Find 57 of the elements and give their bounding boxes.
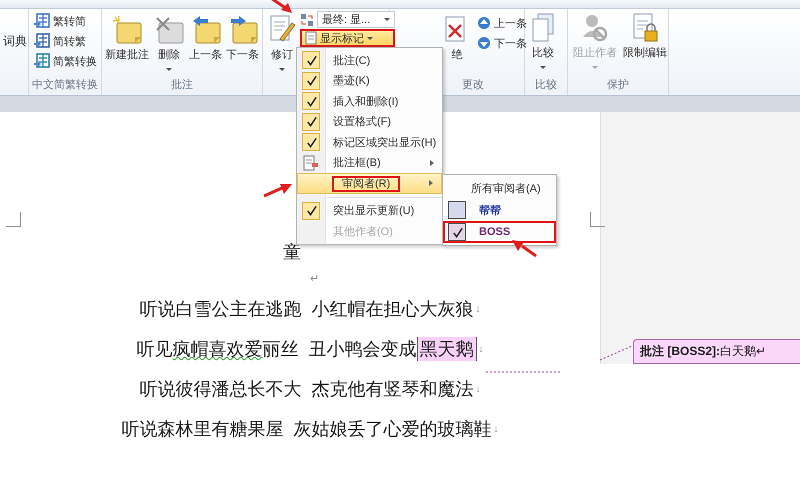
comment-button[interactable]: 删除 <box>151 13 187 73</box>
comment-button[interactable]: 新建批注 <box>103 13 151 64</box>
poem-text: 听说彼得潘总长不大 杰克他有竖琴和魔法 <box>139 378 474 401</box>
poem-text: 听说白雪公主在逃跑 小红帽在担心大灰狼 <box>139 298 474 321</box>
group-label: 更改 <box>461 78 485 93</box>
group-label: 批注 <box>170 78 194 93</box>
previous-change-button[interactable]: 上一条 <box>475 13 529 33</box>
reviewer-item[interactable]: BOSS <box>443 221 556 243</box>
comment-button[interactable]: 下一条 <box>224 13 261 64</box>
document-lock-icon <box>631 13 659 43</box>
pointer-arrow <box>512 240 537 258</box>
pointer-arrow <box>263 184 292 198</box>
conversion-icon <box>34 33 50 49</box>
show-markup-button[interactable]: 显示标记 <box>300 29 395 47</box>
display-for-review-dropdown[interactable]: 最终: 显... <box>317 11 395 28</box>
new-note-icon <box>111 15 143 45</box>
menu-item[interactable]: 突出显示更新(U) <box>297 200 442 221</box>
grammar-flagged-text: 疯帽喜欢爱 <box>172 338 262 361</box>
document-title: 童 <box>283 241 301 264</box>
comment-button[interactable]: 上一条 <box>187 13 224 64</box>
conversion-button[interactable]: 简繁转换 <box>32 51 99 71</box>
next-change-button[interactable]: 下一条 <box>475 33 529 53</box>
menu-item[interactable]: 插入和删除(I) <box>297 91 442 112</box>
comment-balloon[interactable]: 批注 [BOSS2]:白天鹅↵ <box>633 339 800 364</box>
swap-icon <box>300 12 314 26</box>
poem-text: 丽丝 丑小鸭会变成 <box>262 338 416 361</box>
menu-item[interactable]: 批注(C) <box>297 50 442 70</box>
group-label: 比较 <box>534 78 558 93</box>
poem-text: 听见 <box>136 338 172 361</box>
line-break-mark: ↓ <box>476 384 480 394</box>
conversion-button[interactable]: 简转繁 <box>32 31 88 51</box>
reject-button[interactable]: 绝 <box>441 13 473 64</box>
line-break-mark: ↓ <box>476 304 480 314</box>
compare-button[interactable]: 比较 <box>528 11 558 71</box>
submenu-item[interactable]: 批注框(B) <box>297 152 442 173</box>
poem-text: 听说森林里有糖果屋 灰姑娘丢了心爱的玻璃鞋 <box>121 418 492 441</box>
conversion-icon <box>34 13 50 29</box>
submenu-item[interactable]: 审阅者(R) <box>297 173 442 194</box>
line-break-mark: ↓ <box>494 424 498 434</box>
menu-item[interactable]: 墨迹(K) <box>297 70 442 91</box>
documents-icon <box>530 13 556 43</box>
group-label: 中文简繁转换 <box>31 78 99 93</box>
menu-item[interactable]: 所有审阅者(A) <box>443 177 556 199</box>
menu-item[interactable]: 设置格式(F) <box>297 112 442 132</box>
menu-item[interactable]: 标记区域突出显示(H) <box>297 132 442 152</box>
protect-button[interactable]: 限制编辑 <box>621 11 669 62</box>
reviewer-item[interactable]: 帮帮 <box>443 199 556 221</box>
dictionary-label[interactable]: 词典 <box>3 33 27 50</box>
document-icon <box>305 31 317 45</box>
group-label: 保护 <box>606 78 630 93</box>
balloon-icon <box>303 154 319 171</box>
paragraph-mark: ↵ <box>310 272 319 285</box>
conversion-icon <box>34 53 50 69</box>
person-block-icon <box>581 13 609 43</box>
line-break-mark: ↓ <box>478 344 484 354</box>
conversion-button[interactable]: 繁转简 <box>32 11 88 31</box>
commented-text[interactable]: 黑天鹅 <box>416 337 476 361</box>
